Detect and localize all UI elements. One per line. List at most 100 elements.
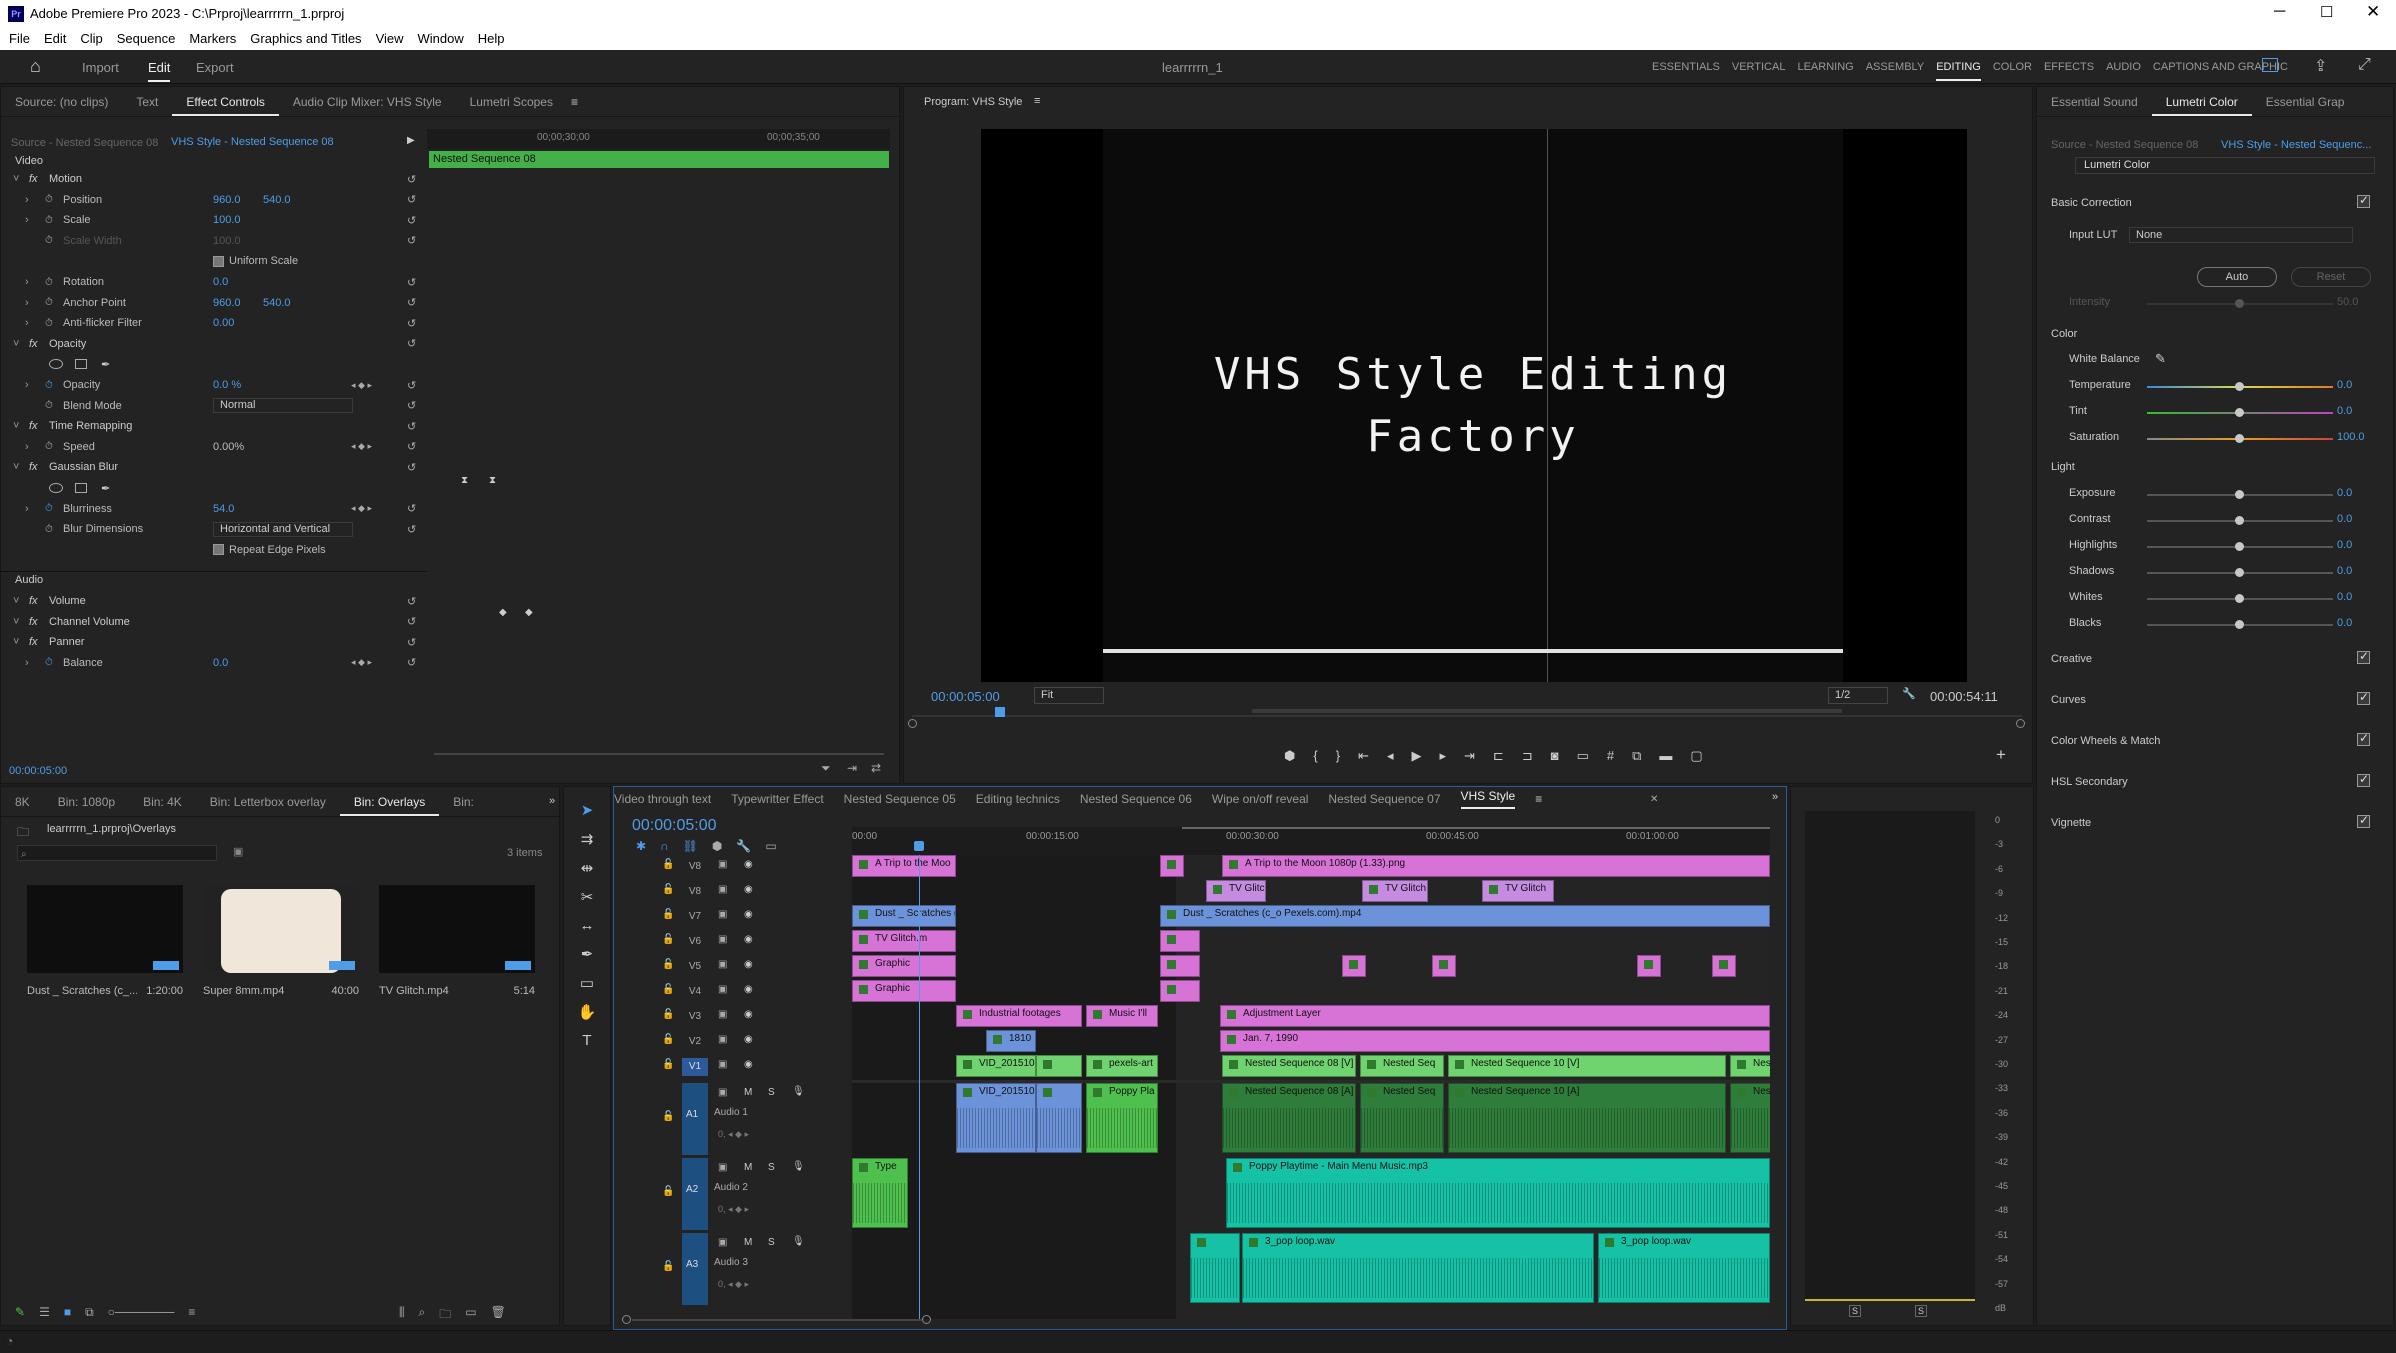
- timeline-clip[interactable]: [1160, 955, 1200, 977]
- eye-icon[interactable]: ◉: [744, 934, 753, 945]
- color-section-header[interactable]: Color: [2051, 328, 2077, 340]
- lock-icon[interactable]: 🔓: [662, 909, 674, 920]
- track-id[interactable]: V6: [682, 933, 708, 951]
- trash-icon[interactable]: 🗑: [491, 1305, 506, 1326]
- sync-lock-icon[interactable]: ▣: [718, 1162, 727, 1173]
- timeline-clip[interactable]: TV Glitch: [1482, 880, 1554, 902]
- program-video-frame[interactable]: VHS Style Editing Factory: [981, 129, 1967, 682]
- timeline-scrollbar[interactable]: [622, 1311, 1772, 1324]
- timeline-clip[interactable]: [1342, 955, 1366, 977]
- ec-tab-menu-icon[interactable]: ≡: [557, 95, 592, 109]
- close-icon[interactable]: ✕: [2366, 2, 2380, 22]
- reset-icon[interactable]: ↺: [407, 636, 416, 649]
- linked-selection-icon[interactable]: ⛓: [683, 839, 698, 853]
- lumetri-tab-0[interactable]: Essential Sound: [2037, 95, 2152, 109]
- tab-edit[interactable]: Edit: [148, 60, 171, 82]
- chevron-right-icon[interactable]: ›: [25, 194, 29, 206]
- sync-lock-icon[interactable]: ▣: [718, 1009, 727, 1020]
- timeline-clip[interactable]: [1190, 1233, 1240, 1303]
- reset-icon[interactable]: ↺: [407, 276, 416, 289]
- slider-track[interactable]: [2147, 542, 2333, 551]
- export-frame-icon[interactable]: ⇥: [847, 761, 857, 775]
- volume-keyframe-icon[interactable]: 0, ◂ ◆ ▸: [718, 1279, 749, 1290]
- sync-lock-icon[interactable]: ▣: [718, 1059, 727, 1070]
- sync-lock-icon[interactable]: ▣: [718, 1034, 727, 1045]
- menu-graphics-and-titles[interactable]: Graphics and Titles: [250, 31, 361, 46]
- share-icon[interactable]: ⇪: [2314, 56, 2327, 76]
- slider-value[interactable]: 0.0: [2337, 565, 2352, 577]
- timeline-clip[interactable]: Nested Sequence 08 [A]: [1222, 1083, 1356, 1153]
- track-id[interactable]: A2: [686, 1184, 698, 1195]
- icon-view-icon[interactable]: ■: [64, 1305, 71, 1320]
- chevron-right-icon[interactable]: ›: [25, 379, 29, 391]
- ec-tab-1[interactable]: Text: [122, 95, 172, 109]
- eyedropper-icon[interactable]: ✎: [2155, 351, 2166, 367]
- timeline-clip[interactable]: Poppy Playtime - Main Menu Music.mp3: [1226, 1158, 1770, 1228]
- ellipse-mask-icon[interactable]: [49, 359, 63, 370]
- timeline-clip[interactable]: [1712, 955, 1736, 977]
- reset-icon[interactable]: ↺: [407, 379, 416, 392]
- slider-knob[interactable]: [2235, 490, 2244, 499]
- mute-button[interactable]: M: [744, 1162, 752, 1173]
- track-id[interactable]: V4: [682, 983, 708, 1001]
- reset-icon[interactable]: ↺: [407, 296, 416, 309]
- step-back-icon[interactable]: ◂: [1387, 748, 1394, 764]
- type-tool-icon[interactable]: T: [582, 1032, 591, 1049]
- slider-value[interactable]: 0.0: [2337, 617, 2352, 629]
- find-icon[interactable]: ⌕: [419, 1305, 426, 1326]
- lock-icon[interactable]: 🔓: [662, 1059, 674, 1070]
- track-id[interactable]: V8: [682, 858, 708, 876]
- timeline-clip[interactable]: Jan. 7, 1990: [1220, 1030, 1770, 1052]
- light-section-header[interactable]: Light: [2051, 461, 2075, 473]
- add-button-icon[interactable]: +: [1996, 745, 2006, 765]
- pen-tool-icon[interactable]: ✒: [581, 945, 594, 963]
- property-value-1[interactable]: 0.0: [213, 276, 228, 288]
- eye-icon[interactable]: ◉: [744, 859, 753, 870]
- slider-track[interactable]: [2147, 594, 2333, 603]
- wrench-icon[interactable]: 🔧: [1902, 687, 1916, 700]
- ec-zoom-scrollbar[interactable]: [434, 753, 884, 755]
- project-tab-1[interactable]: Bin: 1080p: [44, 795, 129, 809]
- expand-chevron-icon[interactable]: ˅: [13, 595, 19, 607]
- sync-lock-icon[interactable]: ▣: [718, 909, 727, 920]
- keyframe-icon[interactable]: ⧗: [489, 475, 496, 486]
- project-tab-0[interactable]: 8K: [1, 795, 44, 809]
- lumetri-section-1[interactable]: Curves: [2051, 694, 2086, 706]
- keyframe-icon[interactable]: ◆: [499, 607, 507, 618]
- stopwatch-icon[interactable]: ⏱: [45, 524, 53, 535]
- project-tab-4[interactable]: Bin: Overlays: [339, 795, 440, 816]
- timeline-clip[interactable]: VID_201510: [956, 1055, 1036, 1077]
- new-bin-icon[interactable]: ▣: [233, 845, 243, 858]
- property-value-1[interactable]: 0.00%: [213, 441, 244, 453]
- property-value-1[interactable]: 100.0: [213, 235, 241, 247]
- mute-button[interactable]: M: [744, 1237, 752, 1248]
- reset-icon[interactable]: ↺: [407, 523, 416, 536]
- stopwatch-icon[interactable]: ⏱: [45, 277, 53, 288]
- stopwatch-icon[interactable]: ⏱: [45, 380, 53, 391]
- fx-icon[interactable]: fx: [29, 420, 38, 432]
- new-item-icon[interactable]: ▭: [465, 1305, 476, 1326]
- track-select-icon[interactable]: ⇉: [581, 830, 594, 848]
- fullscreen-icon[interactable]: ⤢: [2358, 56, 2371, 74]
- lock-icon[interactable]: 🔓: [662, 934, 674, 945]
- zoom-fit-select[interactable]: Fit: [1034, 687, 1104, 704]
- slider-track[interactable]: [2147, 490, 2333, 499]
- home-icon[interactable]: ⌂: [30, 56, 41, 77]
- keyframe-nav-icon[interactable]: ◂ ◆ ▸: [351, 441, 372, 452]
- project-tab-5[interactable]: Bin:: [439, 795, 488, 809]
- menu-view[interactable]: View: [376, 31, 404, 46]
- property-select[interactable]: Normal: [213, 398, 353, 414]
- slider-value[interactable]: 0.0: [2337, 539, 2352, 551]
- lumetri-tab-2[interactable]: Essential Grap: [2252, 95, 2359, 109]
- timeline-clip[interactable]: A Trip to the Moon 1080p (1.33).png: [1222, 855, 1770, 877]
- property-value-1[interactable]: 0.0: [213, 657, 228, 669]
- microphone-icon[interactable]: 🎙: [792, 1086, 805, 1097]
- eye-icon[interactable]: ◉: [744, 1034, 753, 1045]
- timeline-tracks[interactable]: A Trip to the Moo A Trip to the Moon 1080…: [852, 855, 1770, 1319]
- timeline-clip[interactable]: Nested Se: [1730, 1083, 1770, 1153]
- checkbox[interactable]: [213, 544, 224, 556]
- ec-tab-0[interactable]: Source: (no clips): [1, 95, 122, 109]
- menu-clip[interactable]: Clip: [80, 31, 102, 46]
- slider-value[interactable]: 0.0: [2337, 379, 2352, 391]
- go-to-out-icon[interactable]: ⇥: [1464, 748, 1475, 764]
